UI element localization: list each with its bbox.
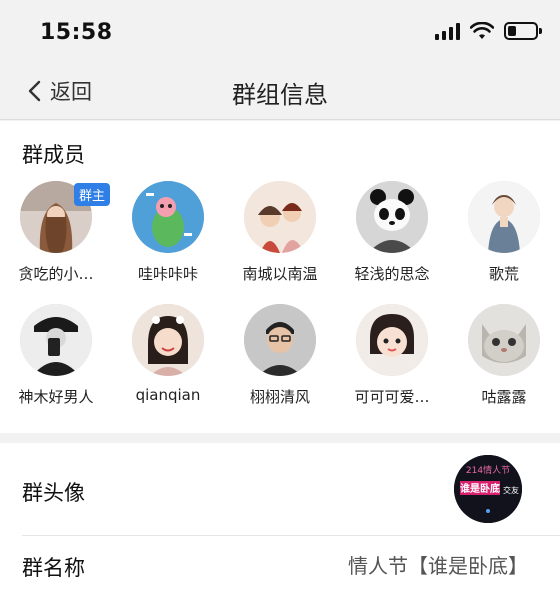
group-info-section: 群头像 214情人节 谁是卧底 交友 群名称 情人节【谁是卧底】: [0, 443, 560, 600]
member-item[interactable]: 南城以南温: [224, 181, 336, 284]
group-avatar-text-1: 214情人节: [466, 464, 510, 476]
nav-bar: 返回 群组信息: [0, 62, 560, 120]
avatar: [356, 181, 428, 253]
avatar: [132, 304, 204, 376]
group-name-row[interactable]: 群名称 情人节【谁是卧底】: [22, 536, 560, 600]
avatar: [356, 304, 428, 376]
status-icons: [435, 22, 542, 40]
member-name: 咕露露: [481, 388, 527, 406]
page-title: 群组信息: [232, 81, 328, 109]
owner-badge: 群主: [73, 183, 110, 206]
group-name-value: 情人节【谁是卧底】: [348, 554, 528, 578]
avatar: [244, 304, 316, 376]
member-item[interactable]: 咕露露: [448, 304, 560, 407]
battery-icon: [504, 22, 542, 40]
avatar: [20, 304, 92, 376]
members-section: 群成员 群主 贪吃的小… 哇咔咔咔 南城以南温 轻浅的思念 歌荒 神木好男人 q…: [0, 121, 560, 433]
member-name: 哇咔咔咔: [137, 265, 198, 283]
avatar: [468, 181, 540, 253]
member-name: 栩栩清风: [249, 388, 310, 406]
member-item[interactable]: 栩栩清风: [224, 304, 336, 407]
member-item[interactable]: 哇咔咔咔: [112, 181, 224, 284]
status-bar: 15:58: [0, 0, 560, 62]
member-name: 歌荒: [488, 265, 519, 283]
member-name: 贪吃的小…: [18, 265, 94, 283]
status-time: 15:58: [40, 20, 113, 45]
group-avatar-row[interactable]: 群头像 214情人节 谁是卧底 交友: [22, 443, 560, 536]
member-name: 南城以南温: [242, 265, 318, 283]
group-avatar-label: 群头像: [22, 481, 85, 505]
group-avatar-text-3: 交友: [503, 485, 519, 495]
signal-icon: [435, 22, 460, 40]
avatar: [244, 181, 316, 253]
member-item[interactable]: 轻浅的思念: [336, 181, 448, 284]
group-avatar-text-2: 谁是卧底: [460, 482, 500, 495]
members-grid: 群主 贪吃的小… 哇咔咔咔 南城以南温 轻浅的思念 歌荒 神木好男人 qianq…: [0, 181, 560, 407]
member-name: 神木好男人: [18, 388, 94, 406]
members-section-title: 群成员: [22, 143, 85, 167]
member-name: 可可可爱…: [354, 388, 430, 406]
member-item[interactable]: 歌荒: [448, 181, 560, 284]
member-item[interactable]: 群主 贪吃的小…: [0, 181, 112, 284]
member-item[interactable]: 神木好男人: [0, 304, 112, 407]
battery-level: [508, 26, 516, 36]
avatar: [132, 181, 204, 253]
avatar: [468, 304, 540, 376]
member-item[interactable]: qianqian: [112, 304, 224, 407]
wifi-icon: [470, 22, 494, 39]
member-item[interactable]: 可可可爱…: [336, 304, 448, 407]
member-name: qianqian: [135, 386, 201, 404]
member-name: 轻浅的思念: [354, 265, 430, 283]
group-name-label: 群名称: [22, 556, 85, 580]
group-avatar: 214情人节 谁是卧底 交友: [454, 455, 522, 523]
